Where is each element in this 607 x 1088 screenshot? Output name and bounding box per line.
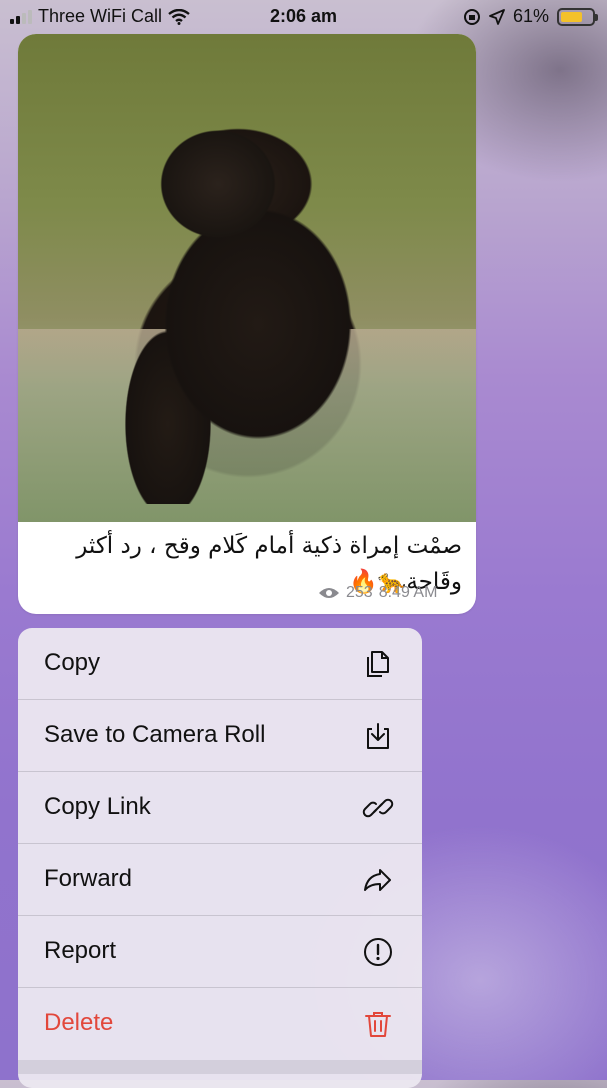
status-bar: Three WiFi Call 2:06 am 61%	[0, 0, 607, 34]
report-icon	[364, 938, 392, 966]
message-photo[interactable]	[18, 34, 476, 522]
message-time: 8:49 AM	[378, 584, 438, 601]
menu-item-label: Delete	[44, 1009, 114, 1036]
menu-item-save-to-camera-roll[interactable]: Save to Camera Roll	[18, 700, 422, 772]
menu-separator	[18, 1060, 422, 1074]
menu-item-delete[interactable]: Delete	[18, 988, 422, 1060]
menu-item-copy[interactable]: Copy	[18, 628, 422, 700]
menu-item-label: Report	[44, 937, 117, 964]
status-right: 61%	[463, 6, 598, 27]
forward-icon	[364, 869, 391, 891]
battery-icon	[557, 7, 598, 26]
menu-item-label: Copy	[44, 649, 101, 676]
message-meta: 253 8:49 AM	[318, 584, 437, 602]
download-icon	[367, 723, 389, 749]
views-count: 253	[346, 584, 373, 601]
views-eye-icon	[319, 588, 339, 598]
trash-icon	[365, 1012, 391, 1037]
copy-icon	[367, 651, 389, 677]
context-menu: Copy Save to Camera Roll Copy Link Forwa…	[18, 628, 422, 1088]
battery-percent: 61%	[512, 6, 549, 26]
menu-item-forward[interactable]: Forward	[18, 844, 422, 916]
panther-image	[88, 44, 408, 504]
menu-item-copy-link[interactable]: Copy Link	[18, 772, 422, 844]
menu-item-label: Save to Camera Roll	[44, 721, 266, 748]
menu-item-report[interactable]: Report	[18, 916, 422, 988]
menu-item-label: Copy Link	[44, 793, 151, 820]
message-bubble[interactable]: صمْت إمراة ذكية أمام كَلام وقح ، رد أكثر…	[18, 34, 476, 614]
rotation-lock-icon	[463, 8, 480, 25]
location-icon	[489, 8, 505, 25]
link-icon	[362, 798, 394, 818]
menu-item-label: Forward	[44, 865, 133, 892]
